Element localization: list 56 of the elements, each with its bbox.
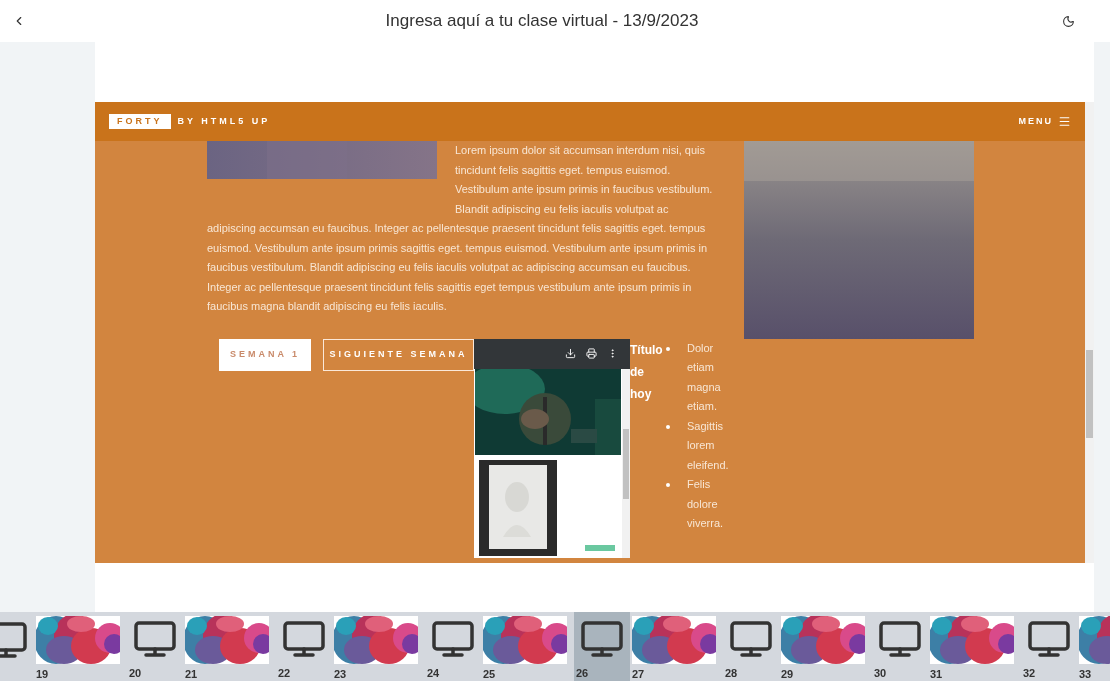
list-item: Sagittis lorem eleifend.: [687, 418, 730, 473]
list-item: Dolor etiam magna etiam.: [687, 340, 722, 414]
slide-thumbnail[interactable]: 26: [574, 612, 630, 681]
slide-number: 19: [36, 667, 49, 681]
list-item: Felis dolore viverra.: [687, 477, 725, 531]
monitor-icon: [134, 621, 176, 658]
slide-thumbnail[interactable]: 21: [183, 612, 276, 681]
slide-number: 32: [1023, 665, 1036, 681]
slide-thumbnail[interactable]: 27: [630, 612, 723, 681]
slide-thumbnail[interactable]: 20: [127, 612, 183, 681]
slide-number: 22: [278, 665, 291, 681]
scrollbar[interactable]: [622, 368, 630, 558]
monitor-icon: [1028, 621, 1070, 658]
section-heading: Título de hoy: [630, 341, 664, 403]
slide-number: 20: [129, 665, 142, 681]
slide-number: 21: [185, 667, 198, 681]
download-icon[interactable]: [565, 348, 576, 359]
slide-number: 30: [874, 665, 887, 681]
moon-icon: [1061, 14, 1075, 28]
bullet-icon: [666, 424, 670, 429]
bullet-icon: [666, 346, 670, 351]
window-title: Ingresa aquí a tu clase virtual - 13/9/2023: [385, 10, 699, 33]
monitor-icon: [730, 621, 772, 658]
slide-thumbnail[interactable]: 28: [723, 612, 779, 681]
slide-number: 25: [483, 667, 496, 681]
slide-thumbnail[interactable]: 32: [1021, 612, 1077, 681]
monitor-icon: [283, 621, 325, 658]
monitor-icon: [432, 621, 474, 658]
slide-thumbnail[interactable]: 31: [928, 612, 1021, 681]
body-paragraph: Lorem ipsum dolor sit accumsan interdum nisi, quis tincidunt felis sagittis eget. tempus euismod. Vestibulum ante ipsum primis in faucibus vestibulum. Blandit adipiscing eu felis iaculis volutpat ac: [455, 143, 714, 217]
slide-number: 26: [576, 665, 589, 681]
slide-number: 23: [334, 667, 347, 681]
monitor-icon: [581, 621, 623, 658]
slide-thumbnail[interactable]: 24: [425, 612, 481, 681]
slide-thumbnail[interactable]: 23: [332, 612, 425, 681]
byline: BY HTML5 UP: [177, 114, 271, 128]
slide-thumbnail[interactable]: 22: [276, 612, 332, 681]
slide-thumbnail[interactable]: 30: [872, 612, 928, 681]
slide-thumbnail[interactable]: 19: [34, 612, 127, 681]
slide-number: 27: [632, 667, 645, 681]
page-scrollbar[interactable]: [1085, 102, 1094, 563]
monitor-icon: [879, 621, 921, 658]
print-icon[interactable]: [586, 348, 597, 359]
menu-icon: [1058, 115, 1071, 128]
slide-thumbnail[interactable]: 25: [481, 612, 574, 681]
slide-number: 24: [427, 665, 440, 681]
bullet-icon: [666, 483, 670, 487]
slide-thumbnail[interactable]: 33: [1077, 612, 1110, 681]
slide-number: 28: [725, 665, 738, 681]
logo: FORTY: [109, 113, 171, 130]
slide-number: 29: [781, 667, 794, 681]
menu-button[interactable]: MENU: [1018, 114, 1071, 129]
body-paragraph: adipiscing accumsan eu faucibus. Integer ac pellentesque praesent tincidunt felis sagittis eget. tempus euismod. Vestibulum ante ipsum primis sagittis eget. tempus euismod. Vestibulum ante ipsum primis in faucibus vestibulum. Blandit adipiscing eu felis iaculis volutpat ac adipiscing accumsan eu faucibus. Integer ac pellentesque praesent tincidunt felis sagittis eget tempus vestibulum ante ipsum primis in faucibus magna blandit adipiscing eu felis iaculis.: [207, 221, 709, 314]
slide-number: 33: [1079, 667, 1092, 681]
slide-number: 31: [930, 667, 943, 681]
slide-thumbnail[interactable]: 29: [779, 612, 872, 681]
